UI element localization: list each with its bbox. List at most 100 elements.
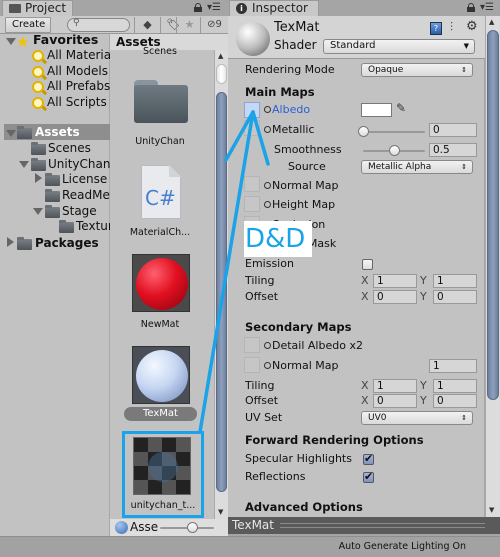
- rendering-mode-label: Rendering Mode: [245, 63, 335, 76]
- scroll-up-icon[interactable]: ▲: [489, 18, 494, 26]
- uv-set-dropdown[interactable]: UV0 ⇕: [361, 411, 473, 425]
- metallic-text: Metallic: [272, 123, 315, 136]
- favorite-all-scripts[interactable]: All Scripts: [47, 94, 107, 110]
- source-value: Metallic Alpha: [368, 162, 432, 172]
- asset-label-texmat-selected[interactable]: TexMat: [124, 407, 197, 421]
- asset-texture-unitychan[interactable]: unitychan_t...: [122, 431, 204, 518]
- secondary-offset-x-field[interactable]: 0: [373, 394, 417, 408]
- asset-label-scenes[interactable]: Scenes: [112, 46, 208, 57]
- asset-script-materialchanger[interactable]: C#: [141, 165, 181, 219]
- smoothness-value-field[interactable]: 0.5: [429, 143, 477, 157]
- asset-grid-scrollbar[interactable]: ▲ ▼: [214, 50, 228, 520]
- tree-assets[interactable]: Assets: [35, 124, 80, 140]
- tree-favorites[interactable]: Favorites: [33, 32, 98, 48]
- lock-icon[interactable]: [194, 3, 202, 12]
- preview-bar[interactable]: TexMat: [228, 517, 500, 534]
- shader-dropdown[interactable]: Standard ▼: [323, 39, 475, 54]
- metallic-texture-slot[interactable]: [244, 120, 260, 136]
- albedo-text: Albedo: [272, 103, 311, 116]
- asset-material-texmat[interactable]: [132, 346, 190, 404]
- tree-packages[interactable]: Packages: [35, 235, 99, 251]
- expand-arrow-icon[interactable]: [6, 38, 16, 45]
- tiling-x-field[interactable]: 1: [373, 274, 417, 288]
- object-picker-icon[interactable]: [264, 182, 271, 189]
- eye-slash-icon: ⊘: [207, 19, 216, 30]
- tab-menu-icon[interactable]: ▾☰: [480, 2, 494, 13]
- lock-icon[interactable]: [467, 3, 475, 12]
- search-by-type-icon[interactable]: ◆: [134, 17, 160, 33]
- updown-arrow-icon: ⇕: [461, 66, 467, 74]
- specular-highlights-checkbox[interactable]: [363, 452, 374, 465]
- object-picker-icon[interactable]: [264, 201, 271, 208]
- favorites-star-icon[interactable]: ★: [176, 17, 202, 33]
- smoothness-source-dropdown[interactable]: Metallic Alpha ⇕: [361, 160, 473, 174]
- tree-readme[interactable]: ReadMe: [62, 187, 110, 203]
- detail-normal-scale-field[interactable]: 1: [429, 359, 477, 373]
- favorite-all-prefabs[interactable]: All Prefabs: [47, 78, 110, 94]
- slider-knob[interactable]: [187, 522, 199, 533]
- preset-sliders-icon[interactable]: ⫶: [450, 20, 453, 35]
- project-tab[interactable]: Project: [2, 0, 74, 16]
- collapse-arrow-icon[interactable]: [35, 173, 42, 183]
- metallic-value-field[interactable]: 0: [429, 123, 477, 137]
- secondary-tiling-y-field[interactable]: 1: [433, 379, 477, 393]
- rendering-mode-dropdown[interactable]: Opaque ⇕: [361, 63, 473, 77]
- tree-scenes[interactable]: Scenes: [48, 140, 91, 156]
- help-book-icon[interactable]: ?: [430, 22, 442, 35]
- scroll-down-icon[interactable]: ▼: [489, 506, 494, 514]
- detail-normal-map-text: Normal Map: [272, 359, 339, 372]
- inspector-scrollbar[interactable]: ▲ ▼: [485, 16, 500, 517]
- scroll-thumb[interactable]: [216, 92, 227, 492]
- asset-label-materialchanger[interactable]: MaterialCh...: [112, 227, 208, 238]
- forward-rendering-heading: Forward Rendering Options: [245, 433, 424, 447]
- favorite-all-models[interactable]: All Models: [47, 63, 108, 79]
- metallic-slider-knob[interactable]: [358, 126, 369, 137]
- tree-license[interactable]: License: [62, 171, 107, 187]
- scroll-up-icon[interactable]: ▲: [218, 52, 223, 60]
- expand-arrow-icon[interactable]: [33, 208, 43, 215]
- asset-folder-unitychan[interactable]: [134, 80, 188, 124]
- collapse-arrow-icon[interactable]: [7, 237, 14, 247]
- search-filter-icon: [32, 66, 44, 78]
- secondary-tiling-x-field[interactable]: 1: [373, 379, 417, 393]
- create-button[interactable]: Create ▼: [5, 17, 51, 43]
- reflections-checkbox[interactable]: [363, 470, 374, 483]
- expand-arrow-icon[interactable]: [6, 130, 16, 137]
- asset-label-newmat[interactable]: NewMat: [112, 319, 208, 330]
- expand-arrow-icon[interactable]: [19, 161, 29, 168]
- asset-material-newmat[interactable]: [132, 254, 190, 312]
- albedo-color-swatch[interactable]: [361, 103, 392, 117]
- offset-y-field[interactable]: 0: [433, 290, 477, 304]
- tree-stage[interactable]: Stage: [62, 203, 97, 219]
- gear-icon[interactable]: ⚙: [466, 19, 478, 34]
- object-picker-icon[interactable]: [264, 342, 271, 349]
- secondary-offset-y-field[interactable]: 0: [433, 394, 477, 408]
- object-picker-icon[interactable]: [264, 362, 271, 369]
- folder-icon: [31, 158, 46, 171]
- search-input[interactable]: ⚲: [67, 18, 130, 32]
- object-picker-icon[interactable]: [264, 106, 271, 113]
- normal-map-slot[interactable]: [244, 176, 260, 192]
- folder-large-icon: [134, 85, 188, 123]
- object-picker-icon[interactable]: [264, 126, 271, 133]
- metallic-slider[interactable]: [363, 131, 425, 133]
- offset-x-field[interactable]: 0: [373, 290, 417, 304]
- scroll-thumb[interactable]: [487, 30, 499, 400]
- asset-label-unitychan[interactable]: UnityChan: [112, 136, 208, 147]
- albedo-texture-slot[interactable]: [244, 102, 260, 118]
- height-map-slot[interactable]: [244, 196, 260, 212]
- detail-albedo-slot[interactable]: [244, 337, 260, 353]
- eyedropper-icon[interactable]: ✎: [396, 101, 406, 115]
- search-filter-icon: [32, 50, 44, 62]
- hidden-packages-toggle[interactable]: ⊘9: [200, 17, 228, 33]
- scroll-down-icon[interactable]: ▼: [218, 508, 223, 516]
- detail-normal-map-slot[interactable]: [244, 357, 260, 373]
- tree-unitychan[interactable]: UnityChan: [48, 156, 110, 172]
- tiling-y-field[interactable]: 1: [433, 274, 477, 288]
- emission-checkbox[interactable]: [362, 259, 373, 270]
- smoothness-slider-knob[interactable]: [389, 145, 400, 156]
- tree-textures[interactable]: Textur: [76, 218, 110, 234]
- tab-menu-icon[interactable]: ▾☰: [207, 2, 221, 13]
- preview-drag-handle[interactable]: [280, 523, 485, 528]
- inspector-tab[interactable]: i Inspector: [229, 0, 319, 16]
